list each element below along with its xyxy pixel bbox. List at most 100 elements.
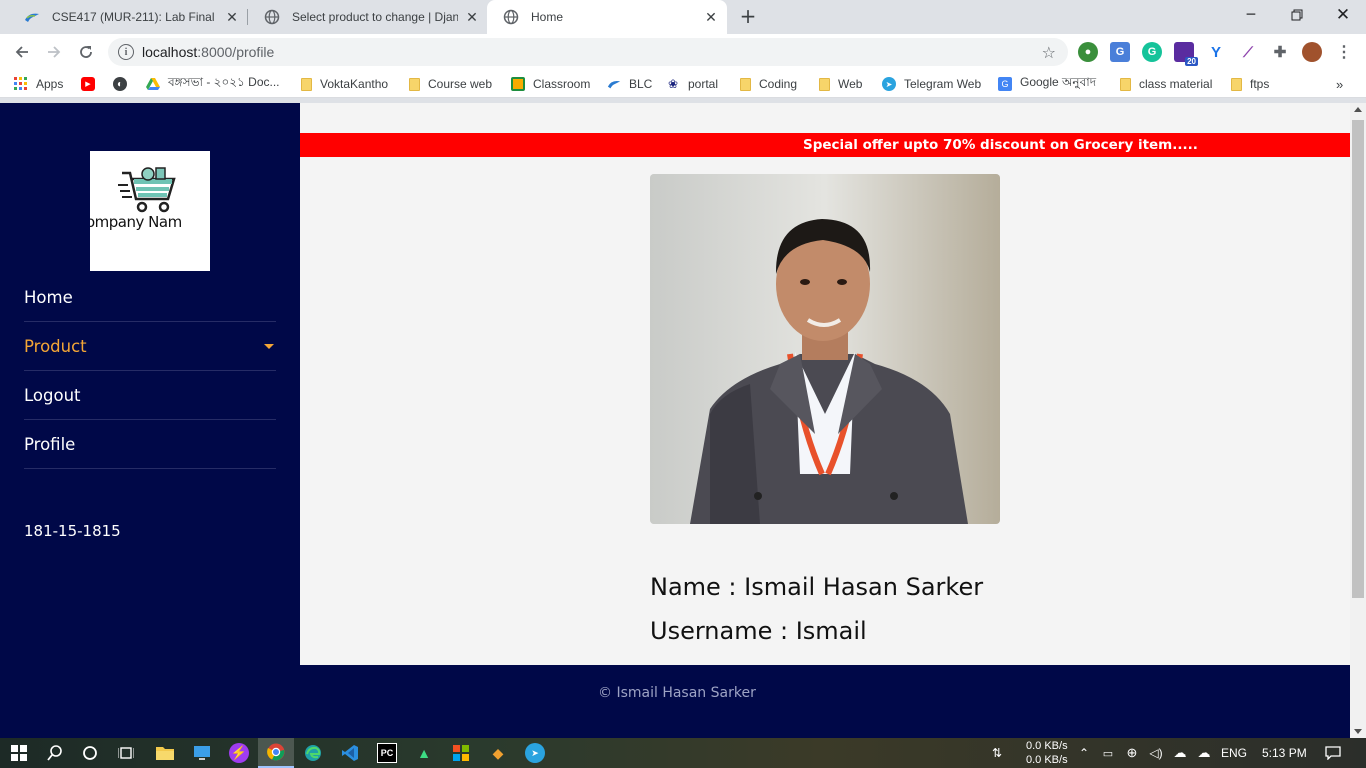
globe-icon: ◐	[113, 77, 127, 91]
sidebar-item-label: Profile	[24, 434, 76, 454]
clock-time[interactable]: 5:13 PM	[1262, 746, 1307, 760]
android-studio-icon[interactable]: ▲	[414, 743, 434, 763]
folder-icon	[1120, 77, 1131, 91]
translate-extension-icon[interactable]: G	[1110, 42, 1130, 62]
bookmark-apps[interactable]: Apps	[14, 75, 63, 93]
sidebar-menu: Home Product Logout Profile	[24, 273, 276, 469]
apps-grid-icon	[14, 77, 28, 91]
more-bookmarks-chevron-icon[interactable]: »	[1336, 75, 1343, 93]
bookmark-telegram-web[interactable]: ➤ Telegram Web	[882, 75, 981, 93]
this-pc-icon[interactable]	[192, 743, 212, 763]
bookmark-youtube[interactable]: ▶	[81, 75, 103, 93]
address-bar[interactable]: i localhost:8000/profile ☆	[108, 38, 1068, 66]
logo-text: ompany Nam	[90, 213, 182, 231]
bookmark-voktakantho[interactable]: VoktaKantho	[301, 75, 388, 93]
chrome-taskbar-icon[interactable]	[258, 738, 294, 768]
telegram-icon: ➤	[882, 77, 896, 91]
scroll-up-arrow-icon[interactable]	[1354, 107, 1362, 112]
browser-tab[interactable]: Select product to change | Djang ✕	[248, 0, 488, 34]
browser-tab-active[interactable]: Home ✕	[487, 0, 727, 34]
grammarly-icon[interactable]: G	[1142, 42, 1162, 62]
bookmark-doc[interactable]: বঙ্গসভা - ২০২১ Doc...	[146, 75, 280, 93]
company-logo[interactable]: ompany Nam	[90, 151, 210, 271]
close-tab-icon[interactable]: ✕	[464, 9, 480, 26]
cloud-icon[interactable]: ☁	[1170, 743, 1190, 763]
chevron-up-icon[interactable]: ⌃	[1074, 743, 1094, 763]
footer-copyright: © Ismail Hasan Sarker	[598, 685, 756, 701]
forward-arrow-icon[interactable]	[42, 40, 66, 64]
student-id: 181-15-1815	[24, 522, 121, 540]
network-activity-icon: ⇅	[991, 746, 1003, 760]
sidebar-item-profile[interactable]: Profile	[24, 420, 276, 469]
translate-icon: G	[998, 77, 1012, 91]
youtube-icon: ▶	[81, 77, 95, 91]
reload-icon[interactable]	[74, 40, 98, 64]
windows-taskbar: ⚡ PC ▲ ◆ ➤ ⇅ 0.0 KB/s 0.0 KB/s ⌃ ▭ ⊕ ◁) …	[0, 738, 1366, 768]
bookmark-portal[interactable]: ❀ portal	[666, 75, 718, 93]
network-globe-icon[interactable]: ⊕	[1122, 743, 1142, 763]
feather-extension-icon[interactable]: ⟋	[1238, 42, 1258, 62]
net-speed-down: 0.0 KB/s	[1026, 740, 1068, 752]
action-center-icon[interactable]	[1323, 743, 1343, 763]
search-icon[interactable]	[45, 743, 65, 763]
page-viewport: ompany Nam Home Product Logout Profile 1…	[0, 103, 1350, 738]
task-view-icon[interactable]	[116, 743, 136, 763]
bookmark-ftps[interactable]: ftps	[1231, 75, 1269, 93]
vertical-scrollbar[interactable]	[1350, 103, 1366, 738]
onedrive-icon[interactable]: ☁	[1194, 743, 1214, 763]
browser-toolbar: i localhost:8000/profile ☆ ● G G 20 Y ⟋ …	[0, 34, 1366, 70]
profile-photo	[650, 174, 1000, 524]
bookmark-coding[interactable]: Coding	[740, 75, 797, 93]
bookmark-course-web[interactable]: Course web	[409, 75, 492, 93]
offer-marquee: Special offer upto 70% discount on Groce…	[300, 133, 1350, 157]
git-icon[interactable]: ◆	[488, 743, 508, 763]
messenger-icon[interactable]: ⚡	[229, 743, 249, 763]
minimize-icon[interactable]: ─	[1228, 0, 1274, 30]
sidebar-item-home[interactable]: Home	[24, 273, 276, 322]
scroll-down-arrow-icon[interactable]	[1354, 729, 1362, 734]
bookmark-globe[interactable]: ◐	[113, 75, 135, 93]
earth-extension-icon[interactable]: ●	[1078, 42, 1098, 62]
globe-icon	[264, 9, 280, 25]
bookmark-google-translate[interactable]: G Google অনুবাদ	[998, 75, 1096, 93]
bookmark-classroom[interactable]: Classroom	[511, 75, 590, 93]
shopping-cart-icon	[118, 167, 176, 213]
graduation-cap-extension-icon[interactable]: 20	[1174, 42, 1198, 66]
extension-badge: 20	[1185, 57, 1198, 66]
profile-avatar[interactable]	[1302, 42, 1322, 62]
bookmark-class-material[interactable]: class material	[1120, 75, 1212, 93]
cortana-icon[interactable]	[80, 743, 100, 763]
windows-store-icon[interactable]	[451, 743, 471, 763]
scrollbar-thumb[interactable]	[1352, 120, 1364, 598]
close-window-icon[interactable]: ✕	[1320, 0, 1366, 30]
windows-start-icon[interactable]	[9, 743, 29, 763]
bookmark-star-icon[interactable]: ☆	[1042, 43, 1056, 62]
y-extension-icon[interactable]: Y	[1206, 42, 1226, 62]
tab-title: Home	[531, 10, 564, 24]
restore-icon[interactable]	[1274, 0, 1320, 30]
bookmark-blc[interactable]: BLC	[607, 75, 652, 93]
new-tab-button[interactable]: +	[738, 6, 758, 26]
sidebar-item-logout[interactable]: Logout	[24, 371, 276, 420]
close-tab-icon[interactable]: ✕	[224, 9, 240, 26]
browser-tab[interactable]: CSE417 (MUR-211): Lab Final PC- ✕	[8, 0, 248, 34]
site-info-icon[interactable]: i	[118, 44, 134, 60]
file-explorer-icon[interactable]	[155, 743, 175, 763]
battery-icon[interactable]: ▭	[1098, 743, 1118, 763]
input-language[interactable]: ENG	[1221, 746, 1247, 760]
volume-icon[interactable]: ◁)	[1146, 743, 1166, 763]
back-arrow-icon[interactable]	[10, 40, 34, 64]
edge-icon[interactable]	[303, 743, 323, 763]
offer-text: Special offer upto 70% discount on Groce…	[803, 137, 1198, 153]
bookmark-web[interactable]: Web	[819, 75, 862, 93]
globe-icon	[503, 9, 519, 25]
sidebar-item-product[interactable]: Product	[24, 322, 276, 371]
profile-name: Name : Ismail Hasan Sarker	[650, 573, 984, 601]
vscode-icon[interactable]	[340, 743, 360, 763]
menu-kebab-icon[interactable]: ⋮	[1334, 42, 1354, 62]
telegram-taskbar-icon[interactable]: ➤	[525, 743, 545, 763]
sidebar: ompany Nam Home Product Logout Profile 1…	[0, 103, 300, 665]
puzzle-extensions-icon[interactable]: ✚	[1270, 42, 1290, 62]
close-tab-icon[interactable]: ✕	[703, 9, 719, 26]
pycharm-icon[interactable]: PC	[377, 743, 397, 763]
